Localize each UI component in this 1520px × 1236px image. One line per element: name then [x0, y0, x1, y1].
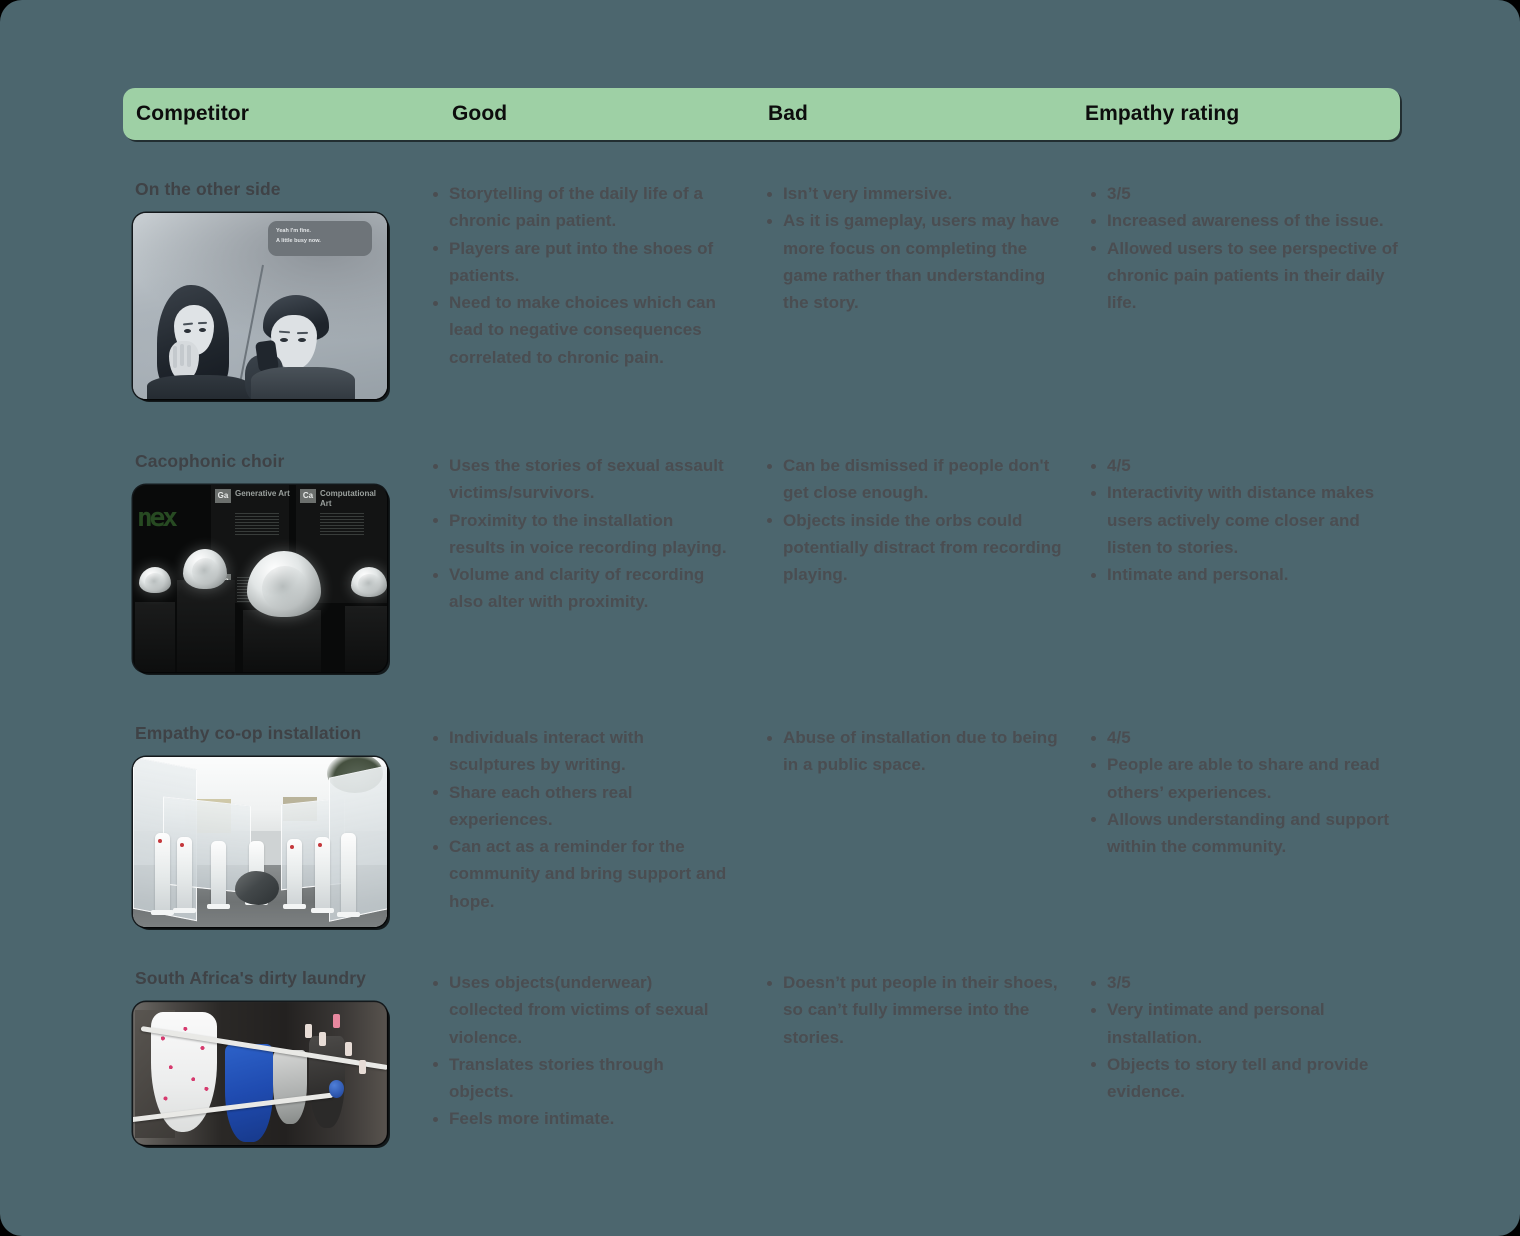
orb-sculpture — [351, 567, 387, 598]
list-item: Objects to story tell and provide eviden… — [1086, 1051, 1406, 1106]
empathy-rating-cell: 4/5 People are able to share and read ot… — [1086, 724, 1406, 860]
table-header-good: Good — [452, 102, 508, 125]
garment-blue — [225, 1044, 273, 1143]
sculpture-figure — [283, 839, 306, 910]
exhibition-logo: nex — [137, 503, 178, 534]
competitor-cell: On the other side Yeah I'm fine. A littl… — [133, 179, 423, 400]
clothes-peg — [345, 1042, 352, 1057]
competitor-thumbnail-image: nex Ga Generative Art Ca Computational A… — [133, 485, 387, 673]
bad-cell: Isn’t very immersive. As it is gameplay,… — [762, 180, 1062, 316]
bad-cell: Doesn’t put people in their shoes, so ca… — [762, 969, 1062, 1051]
competitor-analysis-page: Competitor Good Bad Empathy rating On th… — [0, 0, 1520, 1236]
sculpture-figure — [207, 841, 230, 910]
exhibit-symbol: Ga — [215, 489, 231, 504]
clothes-peg — [319, 1032, 326, 1047]
sculpture-figure — [151, 833, 174, 916]
list-item: Can act as a reminder for the community … — [428, 833, 728, 915]
competitor-name: On the other side — [135, 179, 281, 199]
list-item: Intimate and personal. — [1086, 561, 1406, 588]
table-header-competitor: Competitor — [136, 102, 249, 125]
table-header-bad: Bad — [768, 102, 808, 125]
list-item: Uses objects(underwear) collected from v… — [428, 969, 728, 1051]
good-list: Storytelling of the daily life of a chro… — [428, 180, 728, 371]
good-cell: Uses the stories of sexual assault victi… — [428, 452, 728, 616]
clothes-peg — [305, 1024, 312, 1039]
bad-list: Doesn’t put people in their shoes, so ca… — [762, 969, 1062, 1051]
good-list: Uses objects(underwear) collected from v… — [428, 969, 728, 1133]
list-item: Can be dismissed if people don't get clo… — [762, 452, 1062, 507]
list-item: Storytelling of the daily life of a chro… — [428, 180, 728, 235]
clothes-peg — [333, 1014, 340, 1029]
sculpture-figure — [173, 837, 196, 914]
list-item: Very intimate and personal installation. — [1086, 996, 1406, 1051]
rating-score: 3/5 — [1086, 180, 1406, 207]
rating-score: 3/5 — [1086, 969, 1406, 996]
good-cell: Storytelling of the daily life of a chro… — [428, 180, 728, 371]
empathy-rating-cell: 3/5 Very intimate and personal installat… — [1086, 969, 1406, 1105]
orb-sculpture — [139, 567, 171, 594]
empathy-rating-cell: 3/5 Increased awareness of the issue. Al… — [1086, 180, 1406, 316]
bad-list: Abuse of installation due to being in a … — [762, 724, 1062, 779]
empathy-rating-cell: 4/5 Interactivity with distance makes us… — [1086, 452, 1406, 588]
list-item: Objects inside the orbs could potentiall… — [762, 507, 1062, 589]
list-item: Abuse of installation due to being in a … — [762, 724, 1062, 779]
exhibit-label: Generative Art — [235, 489, 290, 499]
good-list: Individuals interact with sculptures by … — [428, 724, 728, 915]
list-item: Allows understanding and support within … — [1086, 806, 1406, 861]
empathy-rating-list: 3/5 Very intimate and personal installat… — [1086, 969, 1406, 1105]
sculpture-figure — [337, 833, 360, 918]
boulder-sculpture — [235, 871, 279, 906]
good-cell: Individuals interact with sculptures by … — [428, 724, 728, 915]
speech-line-1: Yeah I'm fine. — [276, 228, 311, 235]
rating-score: 4/5 — [1086, 724, 1406, 751]
table-header-bar: Competitor Good Bad Empathy rating — [123, 88, 1400, 140]
list-item: Need to make choices which can lead to n… — [428, 289, 728, 371]
rating-score: 4/5 — [1086, 452, 1406, 479]
bad-cell: Abuse of installation due to being in a … — [762, 724, 1062, 779]
competitor-cell: South Africa's dirty laundry — [133, 968, 423, 1146]
list-item: Uses the stories of sexual assault victi… — [428, 452, 728, 507]
list-item: Allowed users to see perspective of chro… — [1086, 235, 1406, 317]
competitor-thumbnail-image: Yeah I'm fine. A little busy now. — [133, 213, 387, 400]
comic-speech-bubble: Yeah I'm fine. A little busy now. — [268, 221, 372, 257]
garment-grey — [273, 1050, 307, 1125]
list-item: Feels more intimate. — [428, 1105, 728, 1132]
bad-cell: Can be dismissed if people don't get clo… — [762, 452, 1062, 588]
comic-character-boy — [241, 293, 359, 400]
good-cell: Uses objects(underwear) collected from v… — [428, 969, 728, 1133]
empathy-rating-list: 3/5 Increased awareness of the issue. Al… — [1086, 180, 1406, 316]
competitor-thumbnail-image — [133, 1002, 387, 1146]
list-item: Interactivity with distance makes users … — [1086, 479, 1406, 561]
empathy-rating-list: 4/5 People are able to share and read ot… — [1086, 724, 1406, 860]
competitor-name: South Africa's dirty laundry — [135, 968, 366, 988]
good-list: Uses the stories of sexual assault victi… — [428, 452, 728, 616]
speech-line-2: A little busy now. — [276, 237, 321, 244]
sculpture-figure — [311, 837, 334, 914]
list-item: Doesn’t put people in their shoes, so ca… — [762, 969, 1062, 1051]
competitor-name: Empathy co-op installation — [135, 723, 362, 743]
list-item: Translates stories through objects. — [428, 1051, 728, 1106]
exhibit-symbol: Ca — [300, 489, 316, 504]
bad-list: Isn’t very immersive. As it is gameplay,… — [762, 180, 1062, 316]
bad-list: Can be dismissed if people don't get clo… — [762, 452, 1062, 588]
empathy-rating-list: 4/5 Interactivity with distance makes us… — [1086, 452, 1406, 588]
competitor-cell: Cacophonic choir nex Ga Generative Art C… — [133, 451, 423, 673]
list-item: Individuals interact with sculptures by … — [428, 724, 728, 779]
list-item: As it is gameplay, users may have more f… — [762, 207, 1062, 316]
table-header-empathy-rating: Empathy rating — [1085, 102, 1240, 125]
competitor-cell: Empathy co-op installation — [133, 723, 423, 928]
orb-sculpture — [183, 549, 227, 590]
competitor-thumbnail-image — [133, 757, 387, 928]
competitor-name: Cacophonic choir — [135, 451, 285, 471]
list-item: People are able to share and read others… — [1086, 751, 1406, 806]
exhibit-label: Computational Art — [320, 489, 376, 508]
list-item: Share each others real experiences. — [428, 779, 728, 834]
list-item: Players are put into the shoes of patien… — [428, 235, 728, 290]
list-item: Increased awareness of the issue. — [1086, 207, 1406, 234]
list-item: Proximity to the installation results in… — [428, 507, 728, 562]
list-item: Volume and clarity of recording also alt… — [428, 561, 728, 616]
list-item: Isn’t very immersive. — [762, 180, 1062, 207]
clothes-peg — [359, 1060, 366, 1075]
